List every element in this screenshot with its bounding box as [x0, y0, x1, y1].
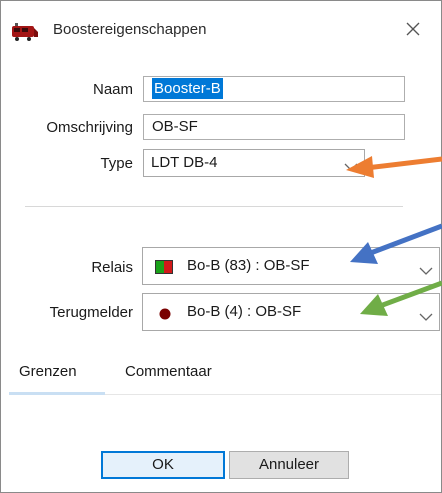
separator	[25, 206, 403, 207]
feedback-value: Bo-B (4) : OB-SF	[187, 303, 302, 320]
window-title: Boostereigenschappen	[53, 21, 207, 38]
name-value: Booster-B	[152, 78, 223, 99]
description-field[interactable]: OB-SF	[143, 114, 405, 140]
title-bar: Boostereigenschappen	[1, 1, 441, 57]
close-icon[interactable]	[399, 15, 427, 43]
type-select[interactable]: LDT DB-4	[143, 149, 365, 177]
chevron-down-icon	[419, 263, 433, 275]
relay-value: Bo-B (83) : OB-SF	[187, 257, 310, 274]
description-value: OB-SF	[152, 118, 198, 135]
tab-commentaar[interactable]: Commentaar	[125, 363, 212, 380]
active-tab-indicator	[9, 392, 105, 395]
feedback-label: Terugmelder	[49, 304, 133, 321]
train-icon	[11, 23, 39, 41]
type-label: Type	[100, 155, 133, 172]
name-label: Naam	[92, 81, 133, 98]
ok-button[interactable]: OK	[101, 451, 225, 479]
description-label: Omschrijving	[46, 119, 133, 136]
relay-label: Relais	[91, 259, 133, 276]
relay-select[interactable]: Bo-B (83) : OB-SF	[142, 247, 440, 285]
feedback-status-dot-icon	[159, 307, 171, 324]
feedback-select[interactable]: Bo-B (4) : OB-SF	[142, 293, 440, 331]
relay-status-icon	[155, 260, 173, 278]
chevron-down-icon	[419, 309, 433, 321]
cancel-button[interactable]: Annuleer	[229, 451, 349, 479]
tab-grenzen[interactable]: Grenzen	[19, 363, 77, 380]
type-value: LDT DB-4	[151, 154, 218, 171]
booster-properties-dialog: Boostereigenschappen Naam Booster-B Omsc…	[0, 0, 442, 493]
chevron-down-icon	[344, 159, 358, 171]
name-field[interactable]: Booster-B	[143, 76, 405, 102]
